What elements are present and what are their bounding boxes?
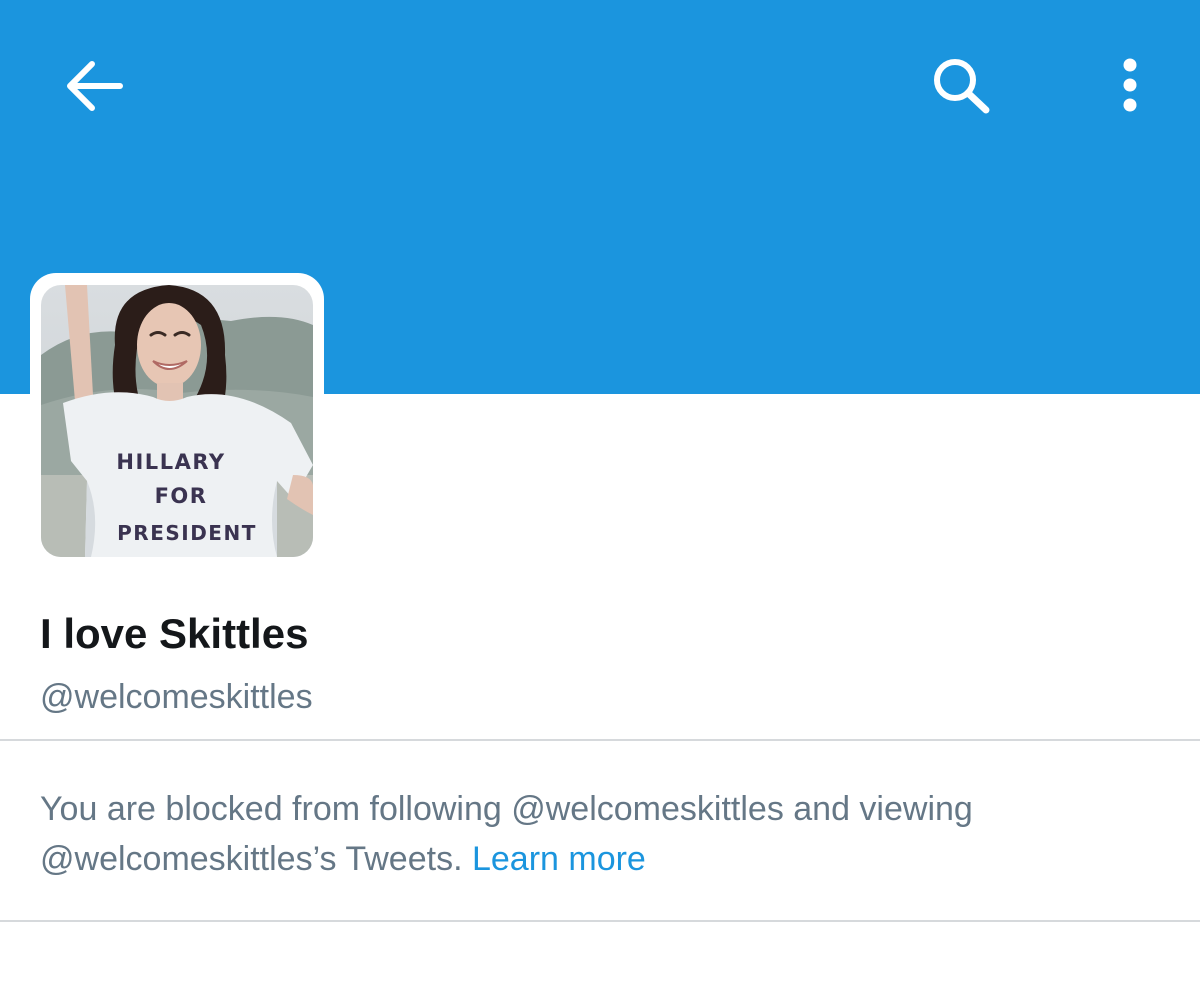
avatar[interactable]: HILLARY FOR PRESIDENT bbox=[41, 285, 313, 557]
profile-screen: HILLARY FOR PRESIDENT I love Skittles @w… bbox=[0, 0, 1200, 1004]
more-vertical-icon bbox=[1123, 58, 1137, 112]
divider bbox=[0, 920, 1200, 922]
more-options-button[interactable] bbox=[1108, 54, 1152, 118]
search-button[interactable] bbox=[924, 50, 1000, 122]
divider bbox=[0, 739, 1200, 741]
avatar-shirt-text-line-2: FOR bbox=[155, 484, 208, 508]
search-icon bbox=[934, 59, 990, 114]
avatar-frame: HILLARY FOR PRESIDENT bbox=[30, 273, 324, 569]
learn-more-link[interactable]: Learn more bbox=[472, 840, 646, 878]
avatar-photo: HILLARY FOR PRESIDENT bbox=[41, 285, 313, 557]
avatar-shirt-text-line-3: PRESIDENT bbox=[117, 521, 257, 545]
back-button[interactable] bbox=[58, 52, 130, 120]
arrow-left-icon bbox=[67, 61, 123, 111]
display-name: I love Skittles bbox=[40, 610, 309, 657]
username-handle: @welcomeskittles bbox=[40, 678, 313, 716]
blocked-notice: You are blocked from following @welcomes… bbox=[40, 784, 1140, 884]
avatar-shirt-text-line-1: HILLARY bbox=[116, 450, 225, 474]
